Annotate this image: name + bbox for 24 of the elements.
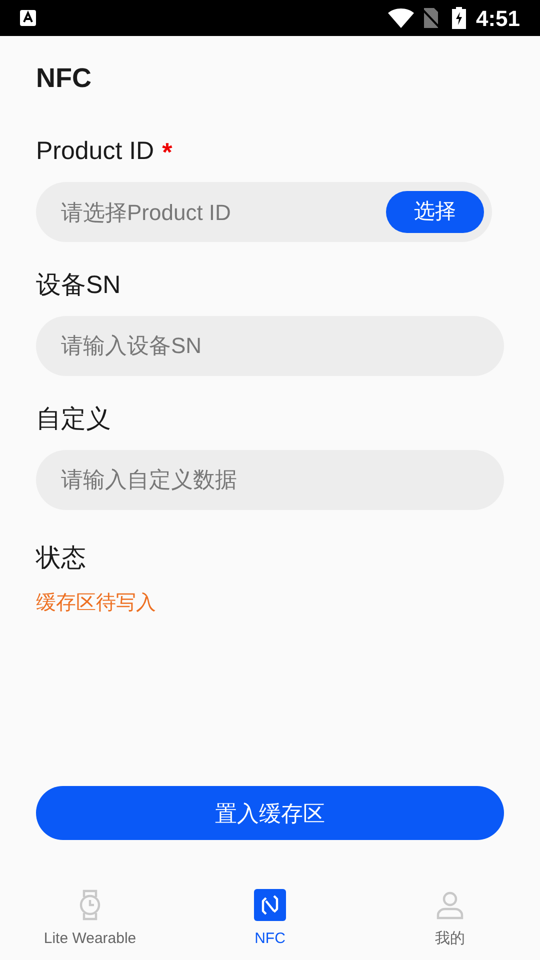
field-label: 自定义 <box>36 404 111 436</box>
status-time: 4:51 <box>476 4 520 32</box>
nav-tab[interactable]: 我的 <box>360 870 540 960</box>
input-field[interactable]: 请输入设备SN <box>36 316 504 376</box>
status-label: 状态 <box>36 543 86 574</box>
keyboard-icon <box>20 10 36 26</box>
submit-button[interactable]: 置入缓存区 <box>36 786 504 840</box>
no-sim-icon <box>422 8 440 28</box>
field-label: Product ID <box>36 136 154 168</box>
field-label: 设备SN <box>36 270 121 302</box>
person-icon <box>435 890 465 920</box>
input-field[interactable]: 请输入自定义数据 <box>36 450 504 510</box>
input-field[interactable]: 请选择Product ID <box>61 196 386 228</box>
page-title: NFC <box>36 62 92 95</box>
required-mark: * <box>162 136 172 168</box>
status-value: 缓存区待写入 <box>36 590 156 616</box>
watch-icon <box>78 889 102 921</box>
nav-tab[interactable]: NFC <box>180 870 360 960</box>
select-field[interactable]: 请选择Product ID 选择 <box>36 182 492 242</box>
nfc-icon <box>254 889 286 921</box>
nav-tab[interactable]: Lite Wearable <box>0 870 180 960</box>
wifi-icon <box>388 8 414 28</box>
battery-charging-icon <box>452 7 466 29</box>
select-button[interactable]: 选择 <box>386 191 484 233</box>
